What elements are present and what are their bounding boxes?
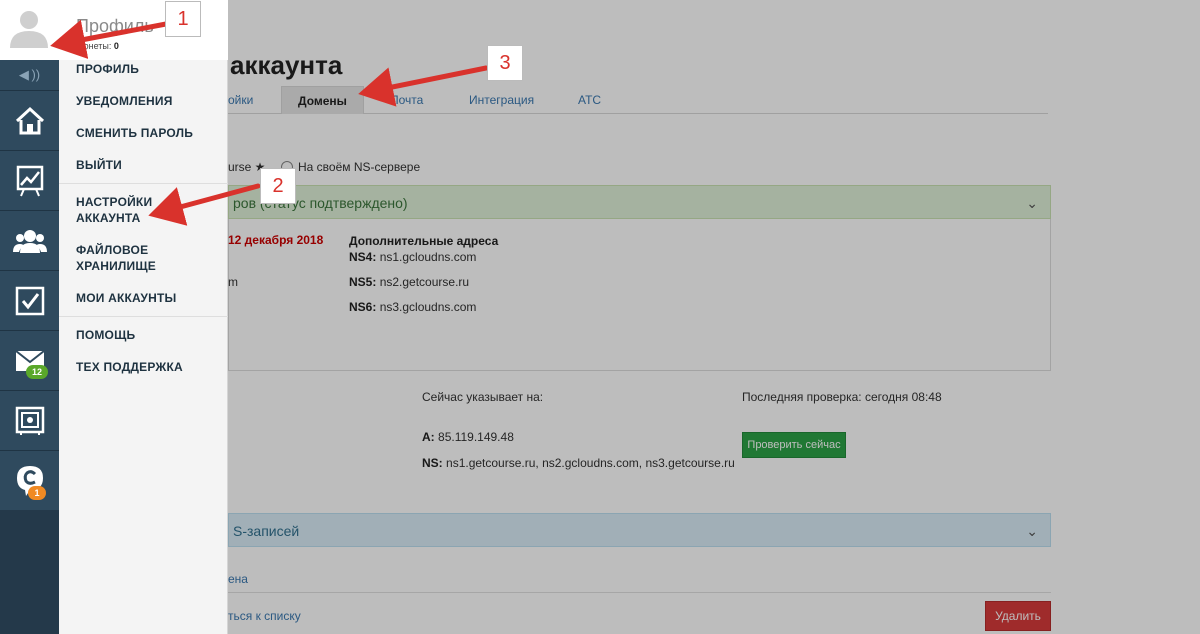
annotation-number-3: 3 — [487, 45, 523, 81]
arrow-2 — [148, 183, 261, 226]
annotation-number-1: 1 — [165, 1, 201, 37]
arrow-3 — [358, 65, 489, 107]
annotation-number-2: 2 — [260, 168, 296, 204]
arrow-1 — [50, 19, 169, 60]
annotation-arrows — [50, 19, 489, 226]
